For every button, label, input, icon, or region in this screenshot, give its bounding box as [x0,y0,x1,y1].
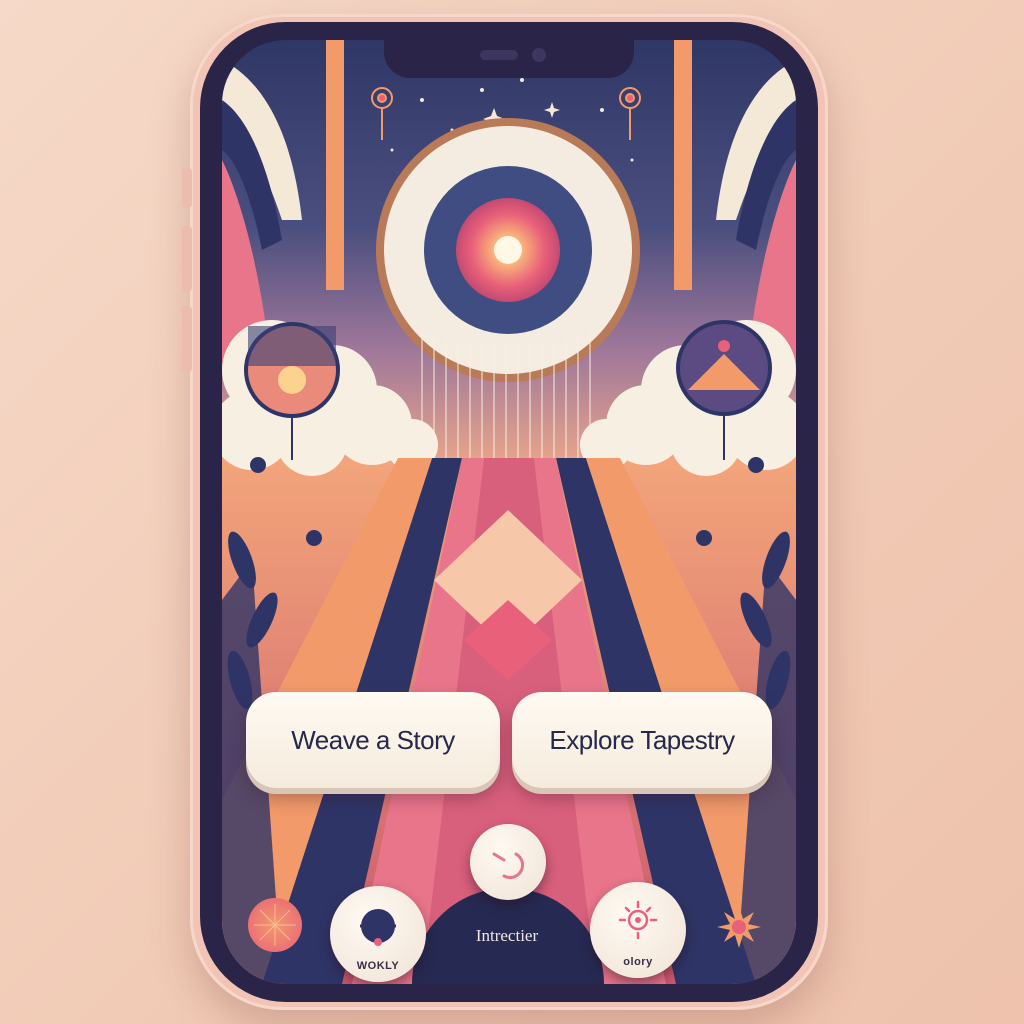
right-pendant [619,87,641,140]
sunburst-orb-button[interactable] [248,898,302,952]
right-ribbon [674,40,692,290]
starburst-icon [717,906,761,948]
tab-olory[interactable]: olory [590,882,686,978]
speaker-grille [480,50,518,60]
explore-tapestry-button[interactable]: Explore Tapestry [512,692,772,788]
phone-volume-down [182,306,192,372]
phone-side-button [182,168,192,208]
phone-volume-up [182,226,192,292]
sunburst-icon [254,904,296,946]
front-camera [532,48,546,62]
loom-disc [376,118,640,382]
weave-story-label: Weave a Story [291,724,455,755]
nav-center-label: Intrectier [475,926,539,945]
app-screen: Weave a Story Explore Tapestry WOKLY Int… [222,40,796,984]
notch [384,40,634,78]
tab-wokly[interactable]: WOKLY [330,886,426,982]
explore-tapestry-label: Explore Tapestry [549,724,735,755]
play-button[interactable] [470,824,546,900]
tab-olory-label: olory [623,956,653,968]
weave-story-button[interactable]: Weave a Story [246,692,500,788]
play-arc-icon [492,852,525,880]
left-pendant [371,87,393,140]
starburst-button[interactable] [716,904,762,950]
left-ribbon [326,40,344,290]
tab-wokly-label: WOKLY [356,960,400,972]
